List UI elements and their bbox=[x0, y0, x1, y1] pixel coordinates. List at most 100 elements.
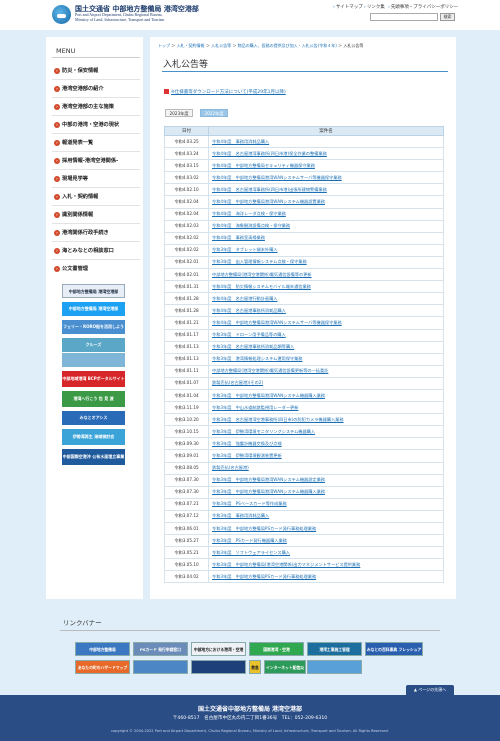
row-title-link[interactable]: 令和3年度 タブレット端末外購入 bbox=[208, 243, 444, 257]
banner-visit-port[interactable]: 港湾へ行こう 包 見 渡 bbox=[62, 391, 125, 407]
row-title-link[interactable]: 令和4年度 海象観測設備点検・保守業務 bbox=[208, 219, 444, 233]
banner-airport-reclaim[interactable]: 中部国際空港沖 公有水面埋立事業 bbox=[62, 449, 125, 465]
link-banner[interactable]: みなとの百科事典 フレッシュアイランドなごや bbox=[365, 642, 423, 656]
row-title-link[interactable]: 令和3年度 ドローン用予備品等の購入 bbox=[208, 328, 444, 342]
table-row: 令和4.03.24 令和4年度 名古屋港湾事務所(四日市港)保全作業の整備業務 bbox=[164, 147, 444, 161]
breadcrumb-current: 入札公告等 bbox=[343, 43, 364, 48]
links-link[interactable]: ›リンク集 bbox=[364, 4, 385, 10]
link-banner[interactable]: 国際港湾・空港 bbox=[249, 642, 304, 656]
row-title-link[interactable]: 令和3年度 伊勢湾環境観測装置更新 bbox=[208, 449, 444, 463]
banner-photo[interactable] bbox=[62, 353, 125, 367]
row-title-link[interactable]: 令和3年度 PSカード発行機器購入業務 bbox=[208, 534, 444, 548]
table-row: 令和3.10.15 令和3年度 伊勢湾環境モニタリングシステム機器購入 bbox=[164, 425, 444, 439]
link-banner[interactable]: PSカード 発行申請窓口 bbox=[133, 642, 188, 656]
row-title-link[interactable]: 令和3年度 中部地方整備局港湾WANシステム機器購入業務 bbox=[208, 388, 444, 403]
banner-minato-oasis[interactable]: みなとオアシス bbox=[62, 411, 125, 425]
ministry-logo[interactable] bbox=[52, 5, 71, 24]
sidebar-item-procedures[interactable]: › 港湾関係行政手続き bbox=[54, 229, 142, 236]
privacy-link[interactable]: ›先頭事項・プライバシーポリシー bbox=[388, 4, 458, 10]
divider bbox=[52, 187, 140, 188]
row-date: 令和3.04.02 bbox=[164, 570, 209, 584]
row-title-link[interactable]: 令和3年度 中部地方整備局(港湾空港関係)出力マネジメントサービス提供業務 bbox=[208, 558, 444, 572]
link-banner[interactable] bbox=[307, 660, 362, 674]
row-title-link[interactable]: 鉄製売払(名古屋港) bbox=[208, 461, 444, 475]
search-input[interactable] bbox=[370, 13, 438, 21]
link-banner[interactable]: インターネット配信災害情報等 bbox=[264, 660, 306, 674]
link-banner[interactable]: あなたの町のハザードマップ bbox=[75, 660, 130, 674]
link-banner[interactable] bbox=[191, 660, 246, 674]
row-title-link[interactable]: 令和3年度 港湾情報処理システム運用保守業務 bbox=[208, 352, 444, 366]
row-title-link[interactable]: 令和3年度 中部地方整備局港湾WANシステム機器設定業務 bbox=[208, 473, 444, 487]
row-title-link[interactable]: 令和3年度 中山水道航路監視用レーダー更新 bbox=[208, 401, 444, 415]
row-date: 令和4.01.21 bbox=[164, 316, 209, 330]
table-row: 令和3.04.02 令和3年度 中部地方整備局PSカード発行事務処理業務 bbox=[164, 570, 444, 584]
sidebar-item-identification[interactable]: › 識別関係情報 bbox=[54, 211, 142, 218]
breadcrumb-link[interactable]: 入札公告等 bbox=[211, 43, 231, 48]
banner-bcp-portal[interactable]: 中部地域港湾 BCPポータルサイト bbox=[62, 371, 125, 387]
tab-2022[interactable]: 2022年度 bbox=[200, 109, 228, 117]
row-title-link[interactable]: 令和4年度 防災情報システムモバイル端末通信業務 bbox=[208, 280, 444, 294]
row-title-link[interactable]: 令和3年度 中部地方整備局PSカード発行事務処理業務 bbox=[208, 521, 444, 536]
sidebar-item-tours[interactable]: › 現場見学等 bbox=[54, 175, 142, 182]
page-top-button[interactable]: ▲ ページの先頭へ bbox=[406, 685, 454, 695]
row-title-link[interactable]: 令和4年度 名古屋港湾事務所(四日市港)出張所建物警備業務 bbox=[208, 183, 444, 197]
breadcrumb-link[interactable]: 入札・契約情報 bbox=[177, 43, 205, 48]
banner-cruise[interactable]: クルーズ bbox=[62, 338, 125, 352]
link-banner[interactable]: 救急 bbox=[249, 660, 261, 674]
breadcrumb-link[interactable]: 物品の購入、役務の提供及び加入・入札公告(令和４年) bbox=[238, 43, 337, 48]
row-title-link[interactable]: 令和4年度 事務用消耗品購入 bbox=[208, 134, 444, 149]
row-title-link[interactable]: 令和4年度 中部地方整備局港湾WANシステムサーバ等機器保守業務 bbox=[208, 316, 444, 330]
row-title-link[interactable]: 令和3年度 伊勢湾環境モニタリングシステム機器購入 bbox=[208, 425, 444, 439]
link-banner[interactable]: 中部地方における港湾・空港の活用事例集 bbox=[191, 642, 246, 656]
row-title-link[interactable]: 中部地方整備局(港湾空港関係)電気通信設備等の更新 bbox=[208, 268, 444, 282]
row-title-link[interactable]: 令和4年度 名古屋港湾事務所(四日市港)保全作業の整備業務 bbox=[208, 147, 444, 161]
row-title-link[interactable]: 令和3年度 ソフトウェアライセンス購入 bbox=[208, 546, 444, 560]
table-row: 令和4.01.17 令和3年度 ドローン用予備品等の購入 bbox=[164, 328, 444, 342]
sidebar-item-bidding[interactable]: › 入札・契約情報 bbox=[54, 193, 142, 200]
divider bbox=[52, 151, 140, 152]
row-title-link[interactable]: 令和3年度 中部地方整備局港湾WANシステム機器購入業務 bbox=[208, 485, 444, 499]
banner-ferry[interactable]: フェリー・RORO船を活用しよう bbox=[62, 320, 125, 334]
row-title-link[interactable]: 中部地方整備局(港湾空港関係)電気通信設備更新等の一括委託 bbox=[208, 364, 444, 378]
row-title-link[interactable]: 令和3年度 強震計機器交換及び点検 bbox=[208, 437, 444, 451]
breadcrumb-link[interactable]: トップ bbox=[158, 43, 170, 48]
sidebar-item-disaster[interactable]: › 防災・保安情報 bbox=[54, 67, 142, 74]
row-title-link[interactable]: 令和3年度 名古屋港湾空港事務所(四日市)の防犯カメラ機器購入業務 bbox=[208, 413, 444, 427]
row-title-link[interactable]: 令和4年度 中部地方整備局港湾WANシステムサーバ等機器保守業務 bbox=[208, 171, 444, 185]
row-title-link[interactable]: 令和3年度 PSベースカード等作成業務 bbox=[208, 497, 444, 511]
sidebar-item-policies[interactable]: › 港湾空港部の主な施策 bbox=[54, 103, 142, 110]
row-title-link[interactable]: 令和4年度 事務室清掃業務 bbox=[208, 231, 444, 245]
link-banner[interactable] bbox=[133, 660, 188, 674]
bid-notice-table: 日付 案件名 令和4.03.25 令和4年度 事務用消耗品購入 令和4.03.24 令… bbox=[164, 126, 444, 584]
sidebar-item-consult[interactable]: › 海とみなとの相談窓口 bbox=[54, 247, 142, 254]
sidebar-item-press[interactable]: › 報道発表一覧 bbox=[54, 139, 142, 146]
row-title-link[interactable]: 令和3年度 事務用消耗品購入 bbox=[208, 509, 444, 524]
link-banner[interactable]: 港湾工事施工管理 bbox=[307, 642, 362, 656]
row-title-link[interactable]: 令和3年度 中部地方整備局PSカード発行事務処理業務 bbox=[208, 570, 444, 584]
sidebar-item-status[interactable]: › 中部の港湾・空港の現状 bbox=[54, 121, 142, 128]
row-title-link[interactable]: 令和4年度 中部地方整備局港湾WANシステム機器設置業務 bbox=[208, 195, 444, 209]
sidebar-item-about[interactable]: › 港湾空港部の紹介 bbox=[54, 85, 142, 92]
row-date: 令和3.07.12 bbox=[164, 509, 209, 524]
sidebar-item-recruit[interactable]: › 採用情報-港湾空港関係- bbox=[54, 157, 142, 164]
pdf-download-link[interactable]: ※仕様書等ダウンロード方法について(平成29年1月以降) bbox=[164, 89, 286, 95]
banner-facebook[interactable]: 中部地方整備局 港湾空港部 Facebook bbox=[62, 284, 125, 298]
arrow-icon: › bbox=[54, 85, 60, 92]
row-title-link[interactable]: 鉄製売払(名古屋港)(その2) bbox=[208, 376, 444, 390]
banner-twitter[interactable]: 中部地方整備局 港湾空港部 Twitter bbox=[62, 302, 125, 316]
link-banner[interactable]: 中部地方整備局 bbox=[75, 642, 130, 656]
site-subtitle-en-2: Ministry of Land, Infrastructure, Transp… bbox=[75, 17, 165, 22]
row-title-link[interactable]: 令和4年度 海洋レーダ点検・保守業務 bbox=[208, 207, 444, 221]
row-title-link[interactable]: 令和3年度 出入管理情報システム点検・保守業務 bbox=[208, 255, 444, 270]
row-title-link[interactable]: 令和4年度 名古屋港事務所消耗品購入 bbox=[208, 304, 444, 318]
sitemap-link[interactable]: ›サイトマップ bbox=[333, 4, 363, 10]
tab-2023[interactable]: 2023年度 bbox=[165, 109, 193, 117]
row-title-link[interactable]: 令和3年度 名古屋港事務所消耗品類等購入 bbox=[208, 340, 444, 354]
row-date: 令和4.01.13 bbox=[164, 352, 209, 366]
search-button[interactable]: 検索 bbox=[440, 13, 455, 21]
row-title-link[interactable]: 令和4年度 中部地方整備局セキュリティ機器保守業務 bbox=[208, 159, 444, 173]
sidebar-item-records[interactable]: › 公文書管理 bbox=[54, 265, 142, 272]
banner-isewan[interactable]: 伊勢湾再生 海域検討会 bbox=[62, 429, 125, 445]
arrow-icon: › bbox=[54, 175, 60, 182]
row-title-link[interactable]: 令和4年度 名古屋港行動計画購入 bbox=[208, 292, 444, 306]
